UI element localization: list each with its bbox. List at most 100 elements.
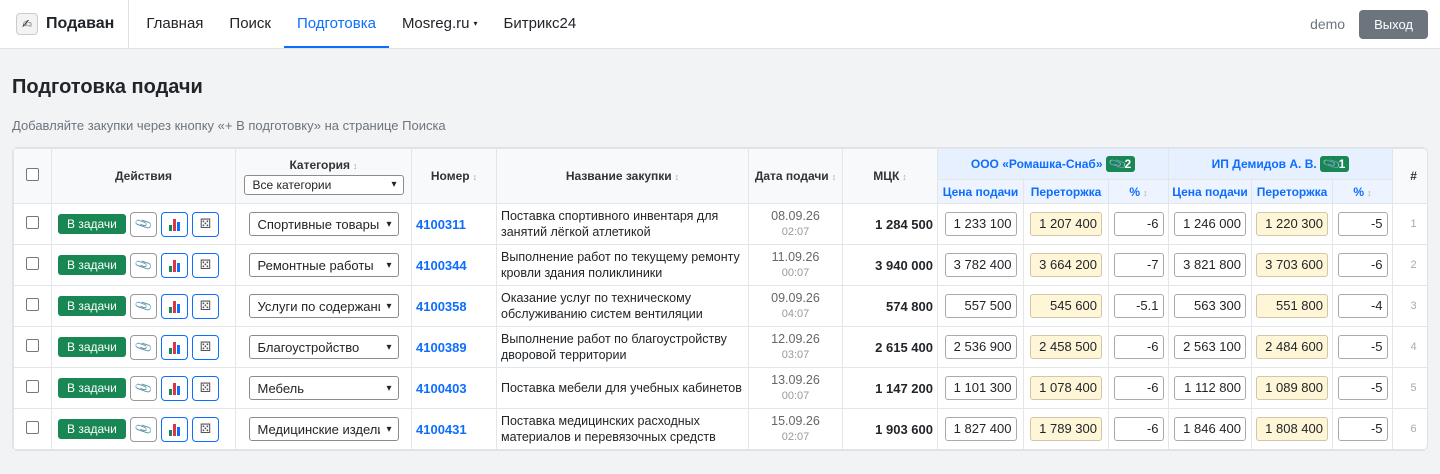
s1-price-input[interactable]: 3 782 400 [944,253,1017,277]
attach-button[interactable]: 📎 [129,293,157,319]
s1-rebid-input[interactable]: 1 078 400 [1030,376,1102,400]
add-to-tasks-button[interactable]: В задачи [58,296,126,316]
row-checkbox[interactable] [26,380,39,393]
random-button[interactable]: ⚄ [191,293,219,319]
s2-pct-input[interactable]: -5 [1337,335,1388,359]
attach-button[interactable]: 📎 [129,416,157,442]
chart-button[interactable] [160,334,188,360]
random-button[interactable]: ⚄ [191,375,219,401]
s2-price-input[interactable]: 2 563 100 [1174,335,1246,359]
s1-rebid-input[interactable]: 2 458 500 [1030,335,1102,359]
submission-date: 12.09.26 [771,332,820,346]
s2-rebid-input[interactable]: 1 808 400 [1256,417,1328,441]
random-button[interactable]: ⚄ [191,252,219,278]
purchase-number-link[interactable]: 4100311 [412,217,466,232]
row-checkbox[interactable] [26,421,39,434]
name-header[interactable]: Название закупки ↕ [496,148,749,204]
brand[interactable]: ✍ Подаван [0,0,130,48]
category-select[interactable]: Мебель ▾ [248,376,399,400]
s2-price-input[interactable]: 3 821 800 [1174,253,1246,277]
attachments-badge[interactable]: 📎1 [1319,154,1350,174]
s1-pct-input[interactable]: -6 [1113,417,1164,441]
attachments-badge[interactable]: 📎2 [1105,154,1136,174]
s1-pct-input[interactable]: -5.1 [1113,294,1164,318]
s2-pct-input[interactable]: -5 [1337,376,1388,400]
purchase-number-link[interactable]: 4100431 [412,422,467,437]
attach-button[interactable]: 📎 [129,252,157,278]
random-button[interactable]: ⚄ [191,334,219,360]
category-select[interactable]: Спортивные товары ▾ [248,212,399,236]
purchase-number-link[interactable]: 4100344 [412,258,467,273]
nav-item[interactable]: Mosreg.ru ▾ [389,0,491,48]
nav-item[interactable]: Главная [133,0,216,48]
add-to-tasks-button[interactable]: В задачи [58,214,126,234]
attach-button[interactable]: 📎 [129,211,157,237]
purchase-number-link[interactable]: 4100389 [412,340,467,355]
supplier2-pct-header[interactable]: % ↕ [1331,179,1394,204]
s1-rebid-input[interactable]: 3 664 200 [1030,253,1102,277]
supplier-header-1[interactable]: ООО «Ромашка-Снаб» 📎2 [937,148,1169,180]
s1-pct-input[interactable]: -6 [1113,376,1164,400]
nav-item[interactable]: Подготовка [283,0,389,48]
category-filter-select[interactable]: Все категории ▾ [243,174,404,195]
random-button[interactable]: ⚄ [191,416,219,442]
s2-rebid-input[interactable]: 2 484 600 [1256,335,1328,359]
add-to-tasks-button[interactable]: В задачи [58,419,126,439]
s2-rebid-input[interactable]: 551 800 [1256,294,1328,318]
row-checkbox[interactable] [26,339,39,352]
number-header[interactable]: Номер ↕ [411,148,497,204]
date-header[interactable]: Дата подачи ↕ [748,148,843,204]
chart-button[interactable] [160,252,188,278]
row-checkbox[interactable] [26,298,39,311]
s1-price-input[interactable]: 1 101 300 [944,376,1017,400]
s2-rebid-input[interactable]: 3 703 600 [1256,253,1328,277]
attach-button[interactable]: 📎 [129,375,157,401]
chart-button[interactable] [160,416,188,442]
category-select[interactable]: Ремонтные работы ▾ [248,253,399,277]
s2-price-input[interactable]: 1 846 400 [1174,417,1246,441]
logout-button[interactable]: Выход [1359,9,1428,39]
s1-pct-input[interactable]: -7 [1113,253,1164,277]
s2-price-input[interactable]: 563 300 [1174,294,1246,318]
select-all-checkbox[interactable] [26,168,39,181]
supplier1-pct-header[interactable]: % ↕ [1108,179,1169,204]
s2-price-input[interactable]: 1 246 000 [1174,212,1246,236]
add-to-tasks-button[interactable]: В задачи [58,255,126,275]
category-select[interactable]: Благоустройство ▾ [248,335,399,359]
supplier-header-2[interactable]: ИП Демидов А. В. 📎1 [1167,148,1394,180]
category-select[interactable]: Услуги по содержани ▾ [248,294,399,318]
chart-button[interactable] [160,293,188,319]
nav-item[interactable]: Поиск [216,0,284,48]
add-to-tasks-button[interactable]: В задачи [58,378,126,398]
s2-rebid-input[interactable]: 1 089 800 [1256,376,1328,400]
chart-button[interactable] [160,211,188,237]
random-button[interactable]: ⚄ [191,211,219,237]
category-select[interactable]: Медицинские издели ▾ [248,417,399,441]
s2-pct-input[interactable]: -5 [1337,212,1388,236]
attach-button[interactable]: 📎 [129,334,157,360]
purchase-number-link[interactable]: 4100358 [412,299,467,314]
row-checkbox[interactable] [26,257,39,270]
s1-price-input[interactable]: 1 233 100 [944,212,1017,236]
s1-price-input[interactable]: 557 500 [944,294,1017,318]
s1-price-input[interactable]: 2 536 900 [944,335,1017,359]
sort-icon[interactable]: ↕ [353,161,358,171]
add-to-tasks-button[interactable]: В задачи [58,337,126,357]
s2-rebid-input[interactable]: 1 220 300 [1256,212,1328,236]
s1-pct-input[interactable]: -6 [1113,212,1164,236]
s1-rebid-input[interactable]: 545 600 [1030,294,1102,318]
nav-item[interactable]: Битрикс24 [490,0,589,48]
s2-pct-input[interactable]: -6 [1337,253,1388,277]
s1-price-input[interactable]: 1 827 400 [944,417,1017,441]
s1-rebid-input[interactable]: 1 789 300 [1030,417,1102,441]
category-header-label[interactable]: Категория [289,158,350,172]
s2-pct-input[interactable]: -5 [1337,417,1388,441]
mck-header[interactable]: МЦК ↕ [842,148,938,204]
s1-pct-input[interactable]: -6 [1113,335,1164,359]
s1-rebid-input[interactable]: 1 207 400 [1030,212,1102,236]
row-checkbox[interactable] [26,216,39,229]
s2-price-input[interactable]: 1 112 800 [1174,376,1246,400]
chart-button[interactable] [160,375,188,401]
purchase-number-link[interactable]: 4100403 [412,381,467,396]
s2-pct-input[interactable]: -4 [1337,294,1388,318]
